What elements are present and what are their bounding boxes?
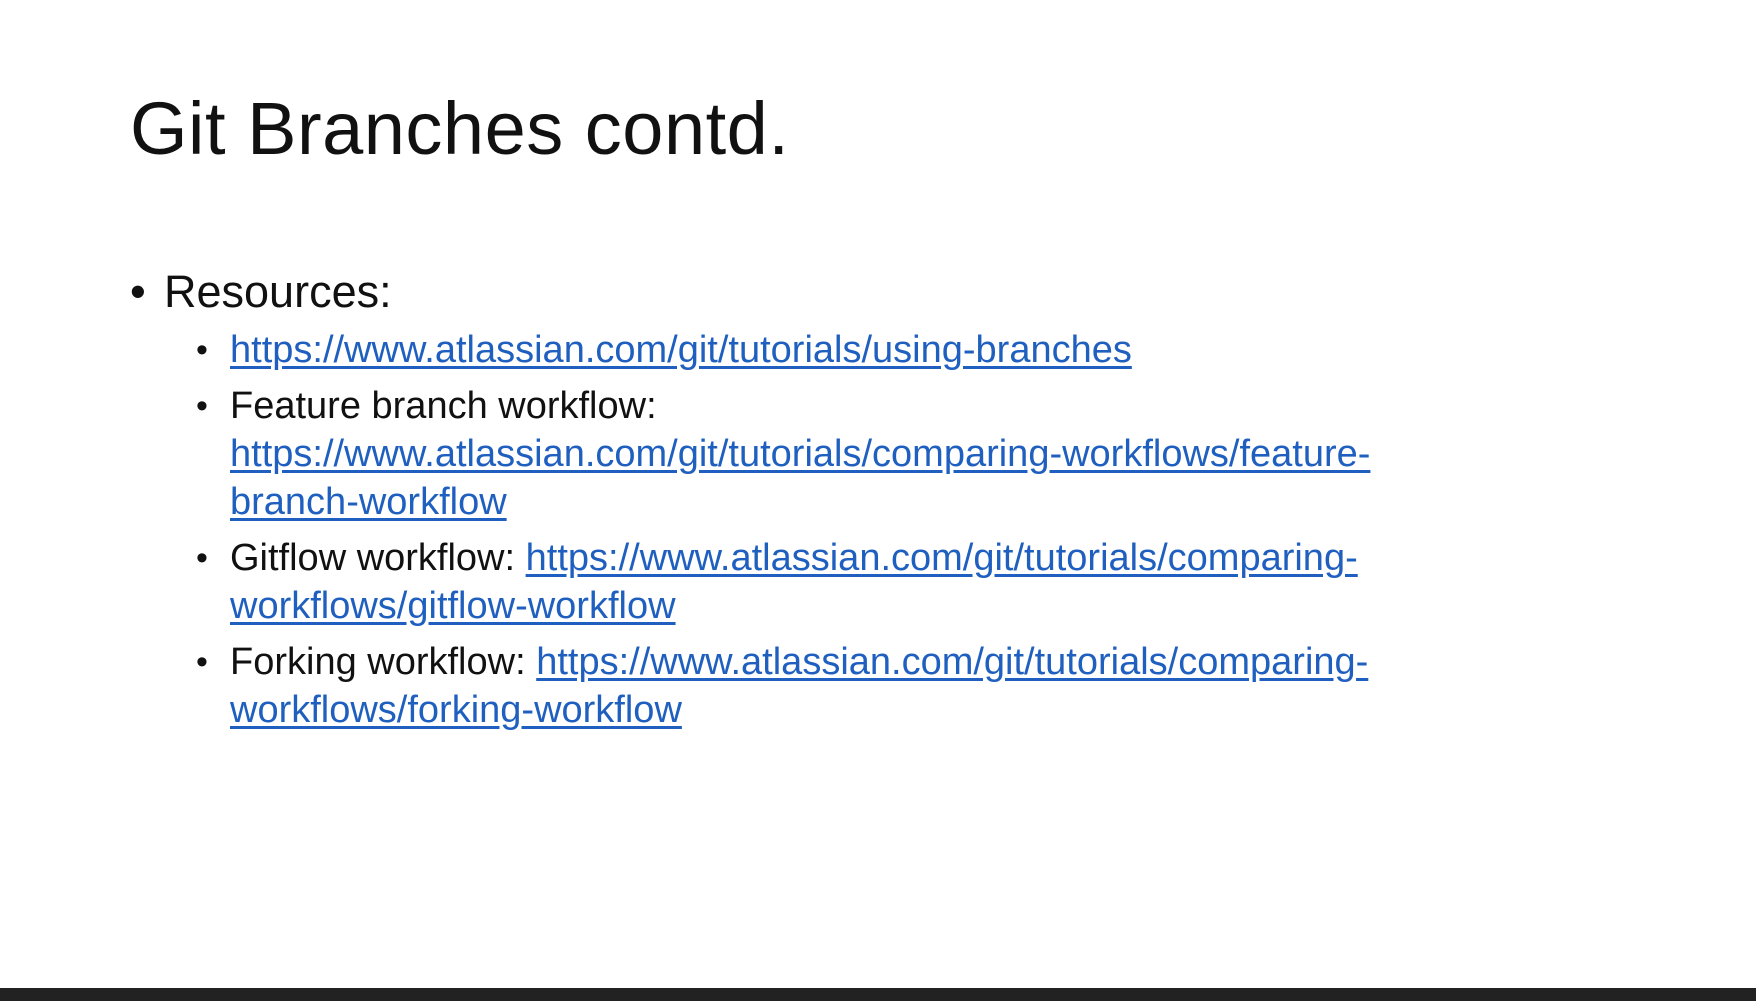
forking-label: Forking workflow:: [230, 641, 537, 683]
bullet-icon: •: [196, 539, 208, 577]
feature-branch-label: Feature branch workflow:: [230, 385, 657, 427]
resources-label: Resources:: [164, 266, 392, 317]
bullet-icon: •: [196, 643, 208, 681]
slide-content: • Resources: • https://www.atlassian.com…: [130, 262, 1610, 734]
feature-branch-link[interactable]: https://www.atlassian.com/git/tutorials/…: [230, 433, 1370, 523]
using-branches-link[interactable]: https://www.atlassian.com/git/tutorials/…: [230, 329, 1132, 371]
resource-item-gitflow: • Gitflow workflow: https://www.atlassia…: [196, 534, 1610, 630]
resource-item-feature-branch: • Feature branch workflow: https://www.a…: [196, 382, 1610, 526]
resources-item: • Resources:: [130, 262, 1610, 322]
bullet-icon: •: [196, 331, 208, 369]
resource-item-forking: • Forking workflow: https://www.atlassia…: [196, 638, 1610, 734]
bullet-icon: •: [196, 387, 208, 425]
bullet-icon: •: [130, 266, 146, 317]
slide: Git Branches contd. • Resources: • https…: [0, 0, 1756, 988]
slide-title: Git Branches contd.: [130, 87, 790, 170]
resource-item-using-branches: • https://www.atlassian.com/git/tutorial…: [196, 326, 1610, 374]
gitflow-label: Gitflow workflow:: [230, 537, 526, 579]
bottom-bar: [0, 988, 1756, 1001]
